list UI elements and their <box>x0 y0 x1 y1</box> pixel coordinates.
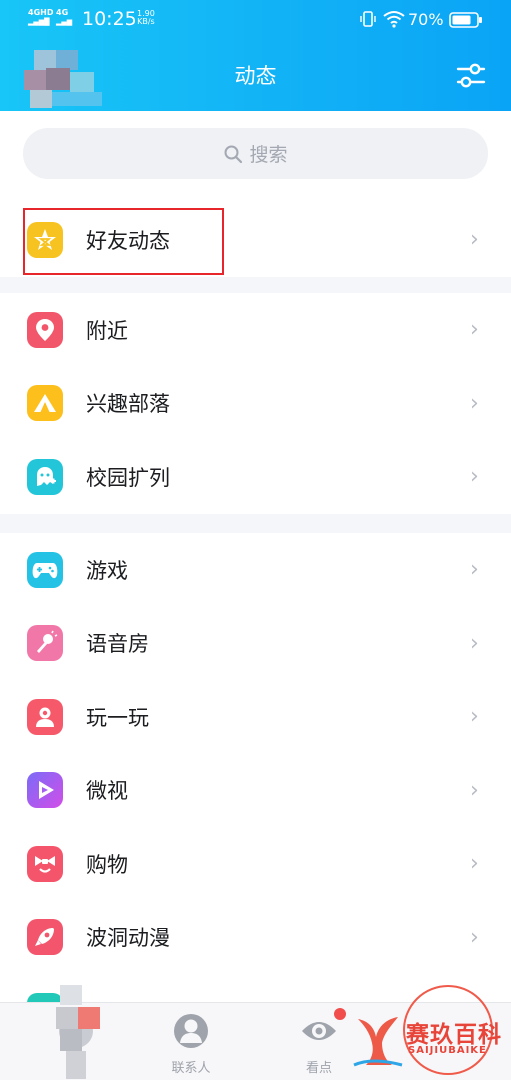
list-item-shopping[interactable]: 购物 › <box>0 827 511 901</box>
weishi-play-icon <box>27 772 63 809</box>
list-item-label: 校园扩列 <box>86 465 170 490</box>
whale-tail-icon <box>353 1017 403 1067</box>
list-item-weishi[interactable]: 微视 › <box>0 754 511 828</box>
watermark-logo: 赛玖百科 SAIJIUBAIKE <box>348 985 501 1075</box>
search-input[interactable]: 搜索 <box>23 128 488 179</box>
chevron-right-icon: › <box>470 390 479 416</box>
battery-percent: 70% <box>408 10 444 29</box>
eye-icon <box>302 1022 336 1040</box>
list-item-anime[interactable]: 波洞动漫 › <box>0 901 511 975</box>
list-item-label: 玩一玩 <box>86 705 149 730</box>
tab-kandian[interactable]: 看点 <box>289 1011 349 1076</box>
list-item-label: 兴趣部落 <box>86 392 170 417</box>
network-speed: 1.90 KB/s <box>137 9 155 26</box>
list-item-label: 游戏 <box>86 558 128 583</box>
status-time: 10:25 <box>82 8 137 30</box>
chevron-right-icon: › <box>470 464 479 490</box>
battery-icon <box>449 12 483 32</box>
chevron-right-icon: › <box>470 630 479 656</box>
wifi-icon <box>383 10 405 32</box>
chevron-right-icon: › <box>470 704 479 730</box>
page-title: 动态 <box>234 64 277 88</box>
contacts-icon <box>174 1014 208 1048</box>
list-item-nearby[interactable]: 附近 › <box>0 293 511 367</box>
network-indicator-2: 4G ▂▄▆ <box>56 8 73 26</box>
list-item-interest-tribe[interactable]: 兴趣部落 › <box>0 367 511 441</box>
settings-button[interactable] <box>454 58 488 92</box>
blurred-avatar <box>46 985 106 1080</box>
notification-dot <box>334 1008 346 1020</box>
list-item-label: 语音房 <box>86 632 149 657</box>
tent-icon <box>27 385 63 422</box>
gamepad-icon <box>27 551 63 588</box>
tab-label: 联系人 <box>171 1061 211 1076</box>
location-pin-icon <box>27 311 63 348</box>
vibrate-icon <box>359 10 377 32</box>
anime-rocket-icon <box>27 919 63 956</box>
list-item-label: 微视 <box>86 779 128 804</box>
chevron-right-icon: › <box>470 557 479 583</box>
search-placeholder: 搜索 <box>249 144 288 166</box>
play-avatar-icon <box>27 698 63 735</box>
chevron-right-icon: › <box>470 924 479 950</box>
chevron-right-icon: › <box>470 227 479 253</box>
list-item-campus[interactable]: 校园扩列 › <box>0 440 511 514</box>
chevron-right-icon: › <box>470 851 479 877</box>
header-bar: 4GHD ▂▄▆█ 4G ▂▄▆ 10:25 1.90 KB/s 70% 动态 <box>0 0 511 111</box>
list-item-label: 波洞动漫 <box>86 926 170 951</box>
chevron-right-icon: › <box>470 777 479 803</box>
campus-ghost-icon <box>27 458 63 495</box>
list-item-play[interactable]: 玩一玩 › <box>0 680 511 754</box>
sliders-icon <box>456 63 486 88</box>
watermark-brand: 赛玖百科 <box>406 1022 502 1048</box>
section-social: 附近 › 兴趣部落 › 校园扩列 › <box>0 293 511 514</box>
search-area: 搜索 <box>0 111 511 203</box>
search-icon <box>224 145 243 163</box>
microphone-icon <box>27 625 63 662</box>
list-item-label: 附近 <box>86 318 128 343</box>
list-item-games[interactable]: 游戏 › <box>0 533 511 607</box>
tab-label: 看点 <box>305 1061 332 1076</box>
network-indicator-1: 4GHD ▂▄▆█ <box>28 8 54 26</box>
watermark-sub: SAIJIUBAIKE <box>408 1045 487 1056</box>
section-entertainment: 游戏 › 语音房 › 玩一玩 › 微视 › 购物 › 波洞动漫 › <box>0 533 511 1003</box>
status-bar: 4GHD ▂▄▆█ 4G ▂▄▆ 10:25 1.90 KB/s 70% <box>0 0 511 40</box>
list-item-label: 购物 <box>86 852 128 877</box>
chevron-right-icon: › <box>470 317 479 343</box>
highlight-box <box>23 208 224 275</box>
tab-contacts[interactable]: 联系人 <box>161 1011 221 1076</box>
shopping-bow-icon <box>27 845 63 882</box>
list-item-voice-room[interactable]: 语音房 › <box>0 607 511 681</box>
